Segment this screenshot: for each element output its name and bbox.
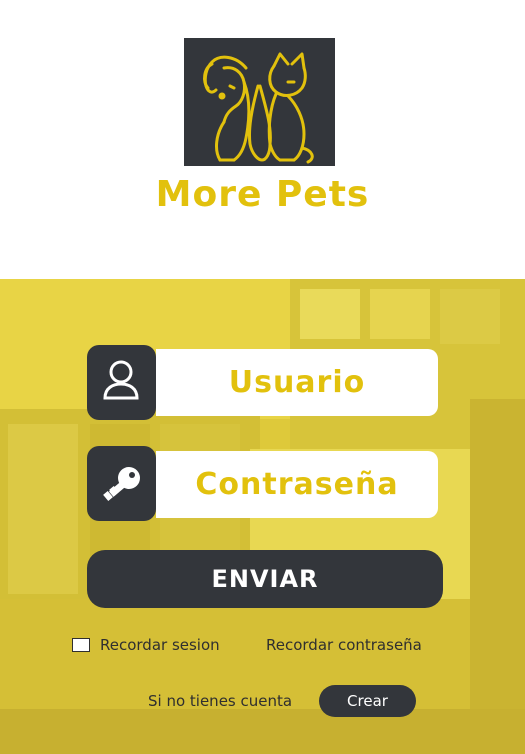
dog-cat-logo-icon	[184, 38, 335, 166]
remember-session-checkbox[interactable]	[72, 638, 90, 652]
brand-name: More Pets	[155, 174, 370, 215]
create-account-button[interactable]: Crear	[319, 685, 416, 717]
header: More Pets	[0, 0, 525, 279]
user-icon	[87, 345, 156, 420]
signup-prompt: Si no tienes cuenta	[148, 692, 293, 710]
remember-password-link[interactable]: Recordar contraseña	[266, 636, 422, 654]
username-placeholder: Usuario	[228, 365, 366, 400]
username-input[interactable]: Usuario	[156, 349, 438, 416]
password-input[interactable]: Contraseña	[156, 451, 438, 518]
login-panel: Usuario Contraseña ENVIAR Recordar sesio…	[0, 279, 525, 754]
submit-button[interactable]: ENVIAR	[87, 550, 443, 608]
password-placeholder: Contraseña	[195, 467, 399, 502]
remember-session-label[interactable]: Recordar sesion	[100, 636, 220, 654]
key-icon	[87, 446, 156, 521]
